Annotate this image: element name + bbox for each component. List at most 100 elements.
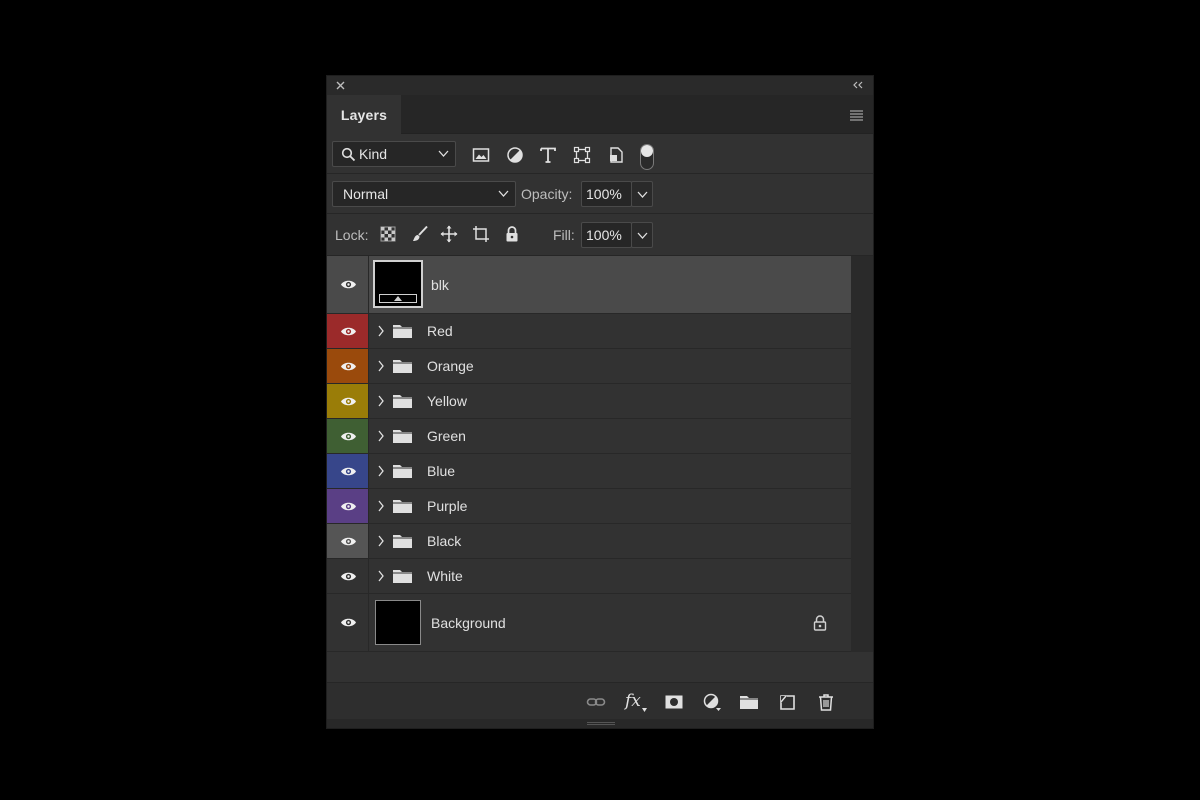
layer-name: Blue (427, 463, 456, 479)
dropdown-caret-icon (642, 708, 647, 712)
lock-position-icon[interactable] (440, 225, 458, 243)
eye-icon (341, 327, 356, 336)
layer-name: Purple (427, 498, 468, 514)
new-group-icon[interactable] (739, 693, 759, 711)
visibility-toggle[interactable] (327, 489, 369, 523)
opacity-input[interactable]: 100% (581, 181, 632, 207)
chevron-down-icon (637, 191, 648, 198)
visibility-toggle[interactable] (327, 559, 369, 593)
eye-icon (341, 362, 356, 371)
layer-row-blk[interactable]: blk (327, 256, 851, 314)
layer-mask-icon[interactable] (664, 693, 684, 711)
eye-icon (341, 432, 356, 441)
layers-list: blk Red Orange Yellow Green Blue Purple … (327, 256, 873, 652)
resize-grip[interactable] (327, 719, 873, 728)
layer-row-yellow[interactable]: Yellow (327, 384, 851, 419)
eye-icon (341, 618, 356, 627)
visibility-toggle[interactable] (327, 384, 369, 418)
opacity-dropdown-button[interactable] (631, 181, 653, 207)
layer-row-background[interactable]: Background (327, 594, 851, 652)
eye-icon (341, 502, 356, 511)
shape-filter-icon[interactable] (573, 146, 591, 164)
chevron-down-icon (637, 232, 648, 239)
opacity-label: Opacity: (521, 186, 573, 202)
fx-icon[interactable]: fx (625, 691, 649, 713)
opacity-value: 100% (586, 186, 622, 202)
image-filter-icon[interactable] (472, 146, 490, 164)
layer-name: Yellow (427, 393, 467, 409)
kind-filter-label: Kind (359, 146, 388, 162)
eye-icon (341, 397, 356, 406)
folder-icon (393, 395, 412, 408)
lock-label: Lock: (335, 227, 369, 243)
layer-name: Orange (427, 358, 474, 374)
layer-row-orange[interactable]: Orange (327, 349, 851, 384)
adjustment-layer-icon[interactable] (702, 693, 722, 711)
folder-icon (393, 535, 412, 548)
filter-toggle[interactable] (640, 144, 654, 170)
lock-all-icon[interactable] (503, 225, 521, 243)
expand-arrow-icon[interactable] (377, 465, 385, 477)
visibility-toggle[interactable] (327, 256, 369, 313)
layer-row-red[interactable]: Red (327, 314, 851, 349)
delete-layer-icon[interactable] (816, 693, 836, 711)
folder-icon (393, 570, 412, 583)
layer-thumbnail (375, 600, 421, 645)
tab-layers[interactable]: Layers (327, 95, 401, 134)
fx-label: fx (625, 691, 641, 711)
link-layers-icon[interactable] (586, 693, 606, 711)
lock-row: Lock: Fill: 100% (327, 214, 873, 256)
expand-arrow-icon[interactable] (377, 500, 385, 512)
folder-icon (393, 430, 412, 443)
folder-icon (393, 465, 412, 478)
eye-icon (341, 537, 356, 546)
layer-name: Black (427, 533, 462, 549)
fill-label: Fill: (553, 227, 575, 243)
expand-arrow-icon[interactable] (377, 395, 385, 407)
layers-panel: Layers Kind Normal Opacity: 100% Lock: F… (326, 75, 874, 729)
folder-icon (393, 360, 412, 373)
grip-lines (587, 722, 615, 725)
panel-menu-icon[interactable] (849, 109, 864, 121)
smart-object-filter-icon[interactable] (607, 146, 625, 164)
layer-name: Green (427, 428, 466, 444)
visibility-toggle[interactable] (327, 594, 369, 651)
visibility-toggle[interactable] (327, 454, 369, 488)
visibility-toggle[interactable] (327, 314, 369, 348)
lock-transparent-icon[interactable] (379, 225, 397, 243)
chevron-down-icon (438, 150, 449, 157)
layer-row-white[interactable]: White (327, 559, 851, 594)
lock-image-icon[interactable] (411, 225, 429, 243)
fill-dropdown-button[interactable] (631, 222, 653, 248)
layer-row-blue[interactable]: Blue (327, 454, 851, 489)
expand-arrow-icon[interactable] (377, 570, 385, 582)
blend-mode-select[interactable]: Normal (332, 181, 516, 207)
type-filter-icon[interactable] (539, 146, 557, 164)
lock-artboard-icon[interactable] (472, 225, 490, 243)
panel-titlebar (327, 76, 873, 95)
adjustment-filter-icon[interactable] (506, 146, 524, 164)
visibility-toggle[interactable] (327, 524, 369, 558)
close-icon[interactable] (334, 79, 347, 92)
collapse-icon[interactable] (851, 79, 865, 91)
fill-input[interactable]: 100% (581, 222, 632, 248)
layer-row-green[interactable]: Green (327, 419, 851, 454)
expand-arrow-icon[interactable] (377, 325, 385, 337)
visibility-toggle[interactable] (327, 419, 369, 453)
new-layer-icon[interactable] (778, 693, 798, 711)
expand-arrow-icon[interactable] (377, 535, 385, 547)
tab-label: Layers (340, 106, 388, 123)
expand-arrow-icon[interactable] (377, 360, 385, 372)
chevron-down-icon (498, 190, 509, 197)
layer-name: blk (431, 277, 449, 293)
eye-icon (341, 572, 356, 581)
layer-row-black[interactable]: Black (327, 524, 851, 559)
layer-row-purple[interactable]: Purple (327, 489, 851, 524)
eye-icon (341, 467, 356, 476)
visibility-toggle[interactable] (327, 349, 369, 383)
kind-filter-select[interactable]: Kind (332, 141, 456, 167)
layers-scrollbar[interactable] (851, 256, 873, 652)
blend-row: Normal Opacity: 100% (327, 174, 873, 214)
expand-arrow-icon[interactable] (377, 430, 385, 442)
smart-object-badge-icon (379, 294, 417, 303)
